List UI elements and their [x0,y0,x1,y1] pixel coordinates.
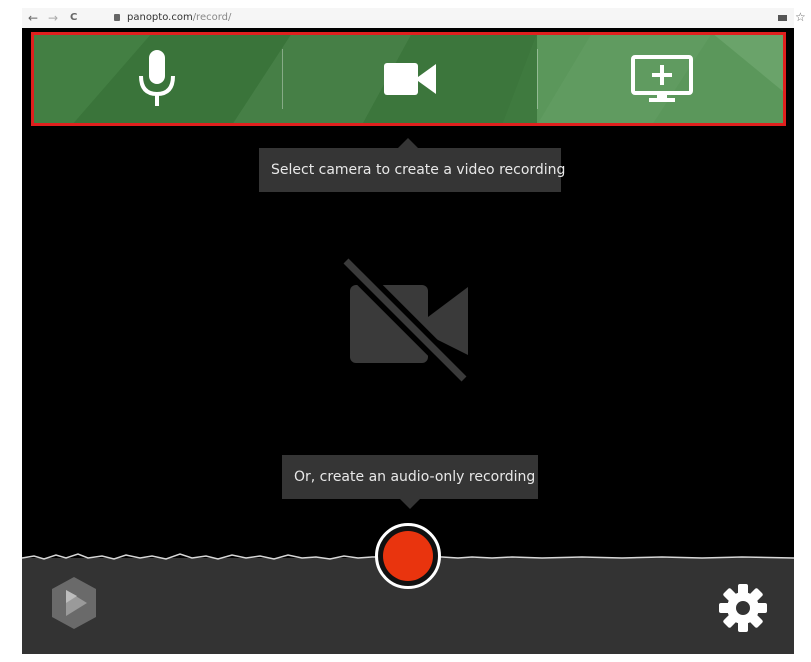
panopto-logo-icon[interactable] [49,575,99,631]
camera-source-button[interactable] [283,33,537,125]
screen-source-button[interactable] [538,33,785,125]
reload-icon[interactable]: C [70,10,77,26]
tooltip-pointer [400,499,420,509]
browser-toolbar: ← → C panopto.com/record/ ☆ [22,8,806,28]
url-host: panopto.com [127,12,193,23]
microphone-icon [139,50,175,106]
camera-hint-tooltip: Select camera to create a video recordin… [259,148,565,192]
microphone-source-button[interactable] [32,33,282,125]
back-arrow-icon[interactable]: ← [28,10,38,26]
record-button[interactable] [375,523,441,589]
source-selector-bar [32,33,785,125]
tooltip-pointer [398,138,418,148]
audio-hint-tooltip: Or, create an audio-only recording [282,455,538,499]
add-screen-icon [630,55,693,102]
camera-indicator-icon [778,15,787,21]
gear-icon[interactable] [718,583,768,633]
video-camera-icon [384,63,436,95]
star-icon[interactable]: ☆ [795,10,806,24]
forward-arrow-icon[interactable]: → [48,10,58,26]
url-path: /record/ [192,12,232,23]
record-dot [383,531,433,581]
camera-off-icon [340,255,470,385]
recorder-app: Select camera to create a video recordin… [22,28,794,654]
lock-icon [114,14,120,21]
address-bar[interactable]: panopto.com/record/ [127,11,231,25]
